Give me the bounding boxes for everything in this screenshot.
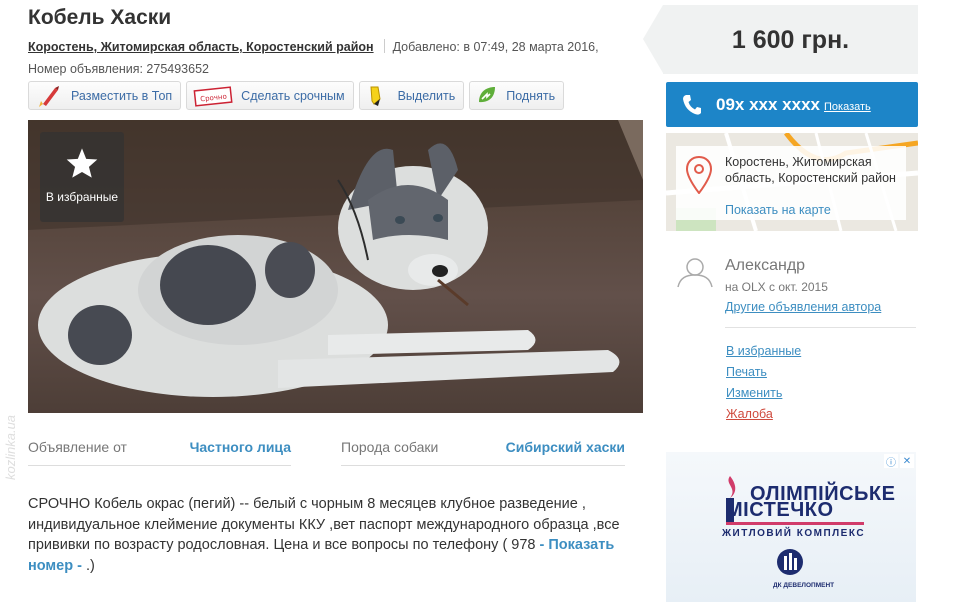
listing-title: Кобель Хаски	[28, 6, 172, 29]
ad-info-icon[interactable]: ⓘ	[884, 454, 898, 469]
highlight-label: Выделить	[397, 88, 456, 103]
param-value-link[interactable]: Частного лица	[190, 439, 291, 455]
raise-button[interactable]: Поднять	[469, 81, 565, 110]
listing-meta: Коростень, Житомирская область, Коростен…	[28, 36, 638, 80]
seller-other-ads-link[interactable]: Другие объявления автора	[725, 300, 881, 314]
action-complaint-link[interactable]: Жалоба	[726, 404, 801, 425]
param-breed: Порода собаки Сибирский хаски	[341, 430, 625, 466]
action-favorite-link[interactable]: В избранные	[726, 341, 801, 362]
raise-leaf-icon	[479, 86, 496, 102]
map-info-card: Коростень, Житомирская область, Коростен…	[676, 146, 906, 220]
favorites-overlay-label: В избранные	[45, 190, 119, 204]
promote-top-label: Разместить в Топ	[71, 88, 173, 103]
param-seller-type: Объявление от Частного лица	[28, 430, 291, 466]
raise-label: Поднять	[506, 88, 556, 103]
phone-icon	[683, 94, 701, 115]
listing-photo[interactable]: В избранные	[28, 120, 643, 413]
ad-divider	[726, 522, 864, 525]
map-pin-icon	[686, 156, 712, 194]
user-avatar-icon	[677, 258, 713, 288]
rocket-icon	[39, 85, 59, 107]
price-box: 1 600 грн.	[643, 5, 918, 74]
action-print-link[interactable]: Печать	[726, 362, 801, 383]
make-urgent-label: Сделать срочным	[241, 88, 345, 103]
param-value-link[interactable]: Сибирский хаски	[506, 439, 625, 455]
ad-headline-2: МІСТЕЧКО	[726, 499, 834, 521]
show-phone-button[interactable]: 09x xxx xxxx Показать	[666, 82, 918, 127]
seller-name: Александр	[725, 257, 806, 274]
ad-subtitle: ЖИТЛОВИЙ КОМПЛЕКС	[722, 528, 866, 539]
highlighter-icon	[370, 86, 381, 106]
listing-added-date: Добавлено: в 07:49, 28 марта 2016,	[392, 40, 599, 54]
show-on-map-link[interactable]: Показать на карте	[725, 203, 831, 217]
param-key: Объявление от	[28, 438, 127, 455]
price-value: 1 600 грн.	[731, 26, 850, 54]
star-icon	[66, 148, 98, 178]
highlight-button[interactable]: Выделить	[358, 81, 465, 110]
param-key: Порода собаки	[341, 438, 439, 455]
seller-since: на OLX с окт. 2015	[725, 280, 828, 294]
urgent-stamp-icon: Срочно	[193, 85, 233, 107]
ad-controls: ⓘ ✕	[884, 454, 914, 469]
location-map[interactable]: Коростень, Житомирская область, Коростен…	[666, 133, 918, 231]
listing-actions: В избранные Печать Изменить Жалоба	[726, 341, 801, 425]
ad-developer-logo-icon	[777, 549, 803, 575]
meta-divider	[383, 39, 385, 53]
description-tail: .)	[85, 557, 95, 574]
sidebar-divider	[725, 327, 916, 328]
watermark: kozlinka.ua	[3, 414, 18, 480]
ad-banner[interactable]: ⓘ ✕ ОЛІМПІЙСЬКЕ МІСТЕЧКО ЖИТЛОВИЙ КОМПЛЕ…	[666, 452, 916, 602]
add-to-favorites-overlay[interactable]: В избранные	[40, 132, 124, 222]
ad-developer-name: ДК ДЕВЕЛОПМЕНТ	[773, 582, 835, 589]
promote-top-button[interactable]: Разместить в Топ	[28, 81, 182, 110]
map-address: Коростень, Житомирская область, Коростен…	[725, 155, 896, 185]
ad-close-icon[interactable]: ✕	[900, 454, 914, 468]
listing-location-link[interactable]: Коростень, Житомирская область, Коростен…	[28, 40, 374, 54]
promo-toolbar: Разместить в Топ Срочно Сделать срочным …	[28, 81, 565, 110]
phone-number-masked: 09x xxx xxxx	[716, 94, 820, 114]
listing-ad-number: Номер объявления: 275493652	[28, 62, 209, 76]
make-urgent-button[interactable]: Срочно Сделать срочным	[186, 81, 354, 110]
listing-description: СРОЧНО Кобель окрас (пегий) -- белый с ч…	[28, 494, 628, 576]
action-edit-link[interactable]: Изменить	[726, 383, 801, 404]
description-text: СРОЧНО Кобель окрас (пегий) -- белый с ч…	[28, 496, 620, 553]
phone-show-link[interactable]: Показать	[824, 101, 871, 113]
